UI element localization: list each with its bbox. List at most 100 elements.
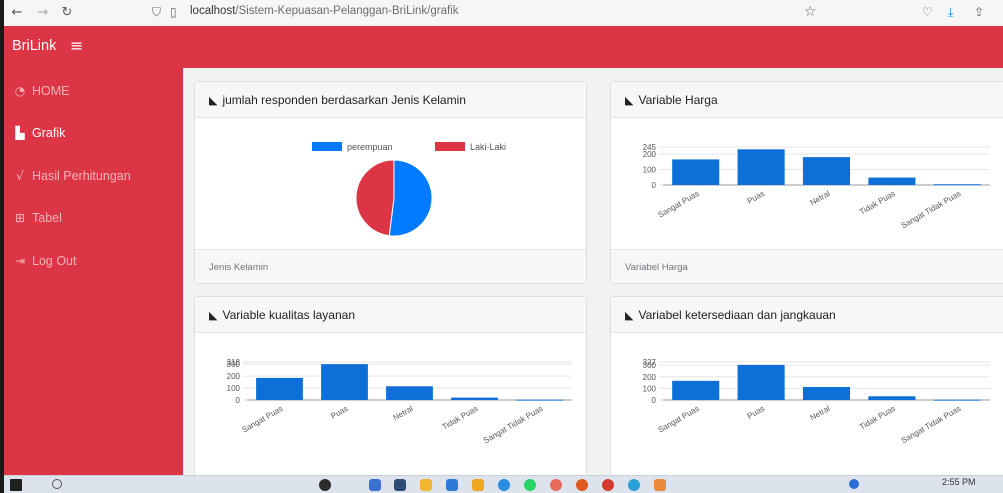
tachometer-icon: ◔ xyxy=(14,84,26,98)
bookmark-star-icon[interactable]: ☆ xyxy=(804,4,818,20)
app-icon[interactable] xyxy=(524,479,536,491)
app-icon[interactable] xyxy=(550,479,562,491)
bar-chart-harga: 0100200245Sangat Puas Puas Netral Tidak Pua… xyxy=(643,143,990,230)
y-tick-label: 100 xyxy=(643,384,657,393)
square-root-icon: √ xyxy=(16,169,24,183)
table-icon: ⊞ xyxy=(14,211,26,225)
x-tick-label: Netral xyxy=(809,404,832,423)
x-tick-label: Sangat Puas xyxy=(240,404,284,435)
bar xyxy=(516,399,563,401)
area-chart-icon: ◣ xyxy=(209,93,218,107)
card-title-text: jumlah responden berdasarkan Jenis Kelam… xyxy=(222,93,466,107)
card-header: ◣ Variable Harga xyxy=(611,82,1003,118)
app-icon[interactable] xyxy=(602,479,614,491)
x-tick-label: Sangat Puas xyxy=(657,189,701,220)
pocket-icon[interactable]: ♡ xyxy=(922,4,936,20)
url-host: localhost xyxy=(190,5,236,17)
bar xyxy=(933,399,981,401)
sidebar-item-grafik[interactable]: ▙ Grafik xyxy=(13,122,65,144)
x-tick-label: Puas xyxy=(329,404,349,421)
user-icon[interactable] xyxy=(849,479,859,489)
pie-slice xyxy=(388,159,433,237)
bar xyxy=(933,184,981,186)
card-header: ◣ jumlah responden berdasarkan Jenis Kel… xyxy=(195,82,586,118)
app-icon[interactable] xyxy=(420,479,432,491)
x-tick-label: Puas xyxy=(746,189,766,206)
x-tick-label: Netral xyxy=(809,189,832,208)
app-icon[interactable] xyxy=(472,479,484,491)
area-chart-icon: ◣ xyxy=(625,308,634,322)
url-bar[interactable]: localhost/Sistem-Kepuasan-Pelanggan-BriL… xyxy=(190,5,458,17)
sidebar-item-logout[interactable]: ⇥ Log Out xyxy=(13,250,77,272)
card-title-text: Variabel ketersediaan dan jangkauan xyxy=(638,308,836,322)
app-icon[interactable] xyxy=(498,479,510,491)
bar xyxy=(802,386,851,400)
x-tick-label: Sangat Tidak Puas xyxy=(900,189,963,230)
bar xyxy=(802,157,851,185)
app-icon[interactable] xyxy=(394,479,406,491)
reload-icon[interactable]: ↻ xyxy=(58,4,76,22)
app-window: ← → ↻ ⛉ ▯ localhost/Sistem-Kepuasan-Pela… xyxy=(4,0,1003,493)
card-harga: ◣ Variable Harga 0 100 200 245 Sangat Puas Pu… xyxy=(610,81,1003,284)
y-tick-label: 200 xyxy=(227,372,241,381)
y-tick-label: 200 xyxy=(643,373,657,382)
x-tick-label: Netral xyxy=(392,404,415,423)
app-icon[interactable] xyxy=(654,479,666,491)
y-tick-label: 100 xyxy=(227,384,241,393)
card-title-text: Variable kualitas layanan xyxy=(222,308,355,322)
card-footer: Jenis Kelamin xyxy=(195,249,586,283)
bar xyxy=(737,364,785,400)
area-chart-icon: ◣ xyxy=(625,93,634,107)
pie-chart-gender: perempuan Laki-Laki xyxy=(312,142,506,237)
clock: 2:55 PM xyxy=(942,477,976,487)
app-icon[interactable] xyxy=(369,479,381,491)
card-kualitas: ◣ Variable kualitas layanan 0 100 200 300 31… xyxy=(194,296,587,488)
app-icon[interactable] xyxy=(446,479,458,491)
brand-logo[interactable]: BriLink xyxy=(12,38,56,54)
sidebar-item-tabel[interactable]: ⊞ Tabel xyxy=(13,207,62,229)
x-tick-label: Puas xyxy=(746,404,766,421)
card-title: ◣ jumlah responden berdasarkan Jenis Kel… xyxy=(209,93,466,107)
sidebar-item-home[interactable]: ◔ HOME xyxy=(13,80,70,102)
area-chart-icon: ◣ xyxy=(209,308,218,322)
card-ketersediaan: ◣ Variabel ketersediaan dan jangkauan 0 1… xyxy=(610,296,1003,488)
app-header: BriLink ≡ xyxy=(4,26,1003,68)
back-icon[interactable]: ← xyxy=(8,4,26,22)
app-icon[interactable] xyxy=(576,479,588,491)
bar xyxy=(868,177,916,185)
bar xyxy=(451,397,498,400)
download-icon[interactable]: ⤓ xyxy=(948,4,962,20)
search-icon[interactable] xyxy=(52,479,62,489)
sidebar: ◔ HOME ▙ Grafik √ Hasil Perhitungan ⊞ Ta… xyxy=(4,68,183,493)
x-tick-label: Sangat Puas xyxy=(657,404,701,435)
taskbar: 2:55 PM xyxy=(4,475,1003,493)
x-tick-label: Sangat Tidak Puas xyxy=(900,404,963,445)
bar xyxy=(321,364,368,400)
browser-toolbar: ← → ↻ ⛉ ▯ localhost/Sistem-Kepuasan-Pela… xyxy=(4,0,1003,27)
shield-icon[interactable]: ⛉ xyxy=(152,4,166,20)
legend-swatch xyxy=(312,142,342,151)
card-title: ◣ Variable kualitas layanan xyxy=(209,308,355,322)
hamburger-icon[interactable]: ≡ xyxy=(70,36,83,55)
y-tick-label: 0 xyxy=(652,396,657,405)
sidebar-item-hasil-perhitungan[interactable]: √ Hasil Perhitungan xyxy=(13,165,131,187)
task-view-icon[interactable] xyxy=(319,479,331,491)
share-icon[interactable]: ⇪ xyxy=(974,4,988,20)
y-tick-label: 0 xyxy=(236,396,241,405)
page-icon: ▯ xyxy=(170,5,177,19)
app-icon[interactable] xyxy=(628,479,640,491)
card-header: ◣ Variabel ketersediaan dan jangkauan xyxy=(611,297,1003,333)
sign-out-icon: ⇥ xyxy=(14,254,26,268)
y-tick-label: 318 xyxy=(227,358,241,367)
y-tick-label: 245 xyxy=(643,143,657,152)
windows-start-icon[interactable] xyxy=(10,479,22,491)
pie-slice xyxy=(355,159,395,237)
bar xyxy=(386,386,433,400)
card-title-text: Variable Harga xyxy=(638,93,718,107)
forward-icon[interactable]: → xyxy=(34,4,52,22)
bar xyxy=(672,380,720,400)
card-title: ◣ Variabel ketersediaan dan jangkauan xyxy=(625,308,836,322)
bar xyxy=(868,396,916,400)
legend-label: Laki-Laki xyxy=(470,142,506,152)
card-footer-text: Jenis Kelamin xyxy=(209,262,269,273)
